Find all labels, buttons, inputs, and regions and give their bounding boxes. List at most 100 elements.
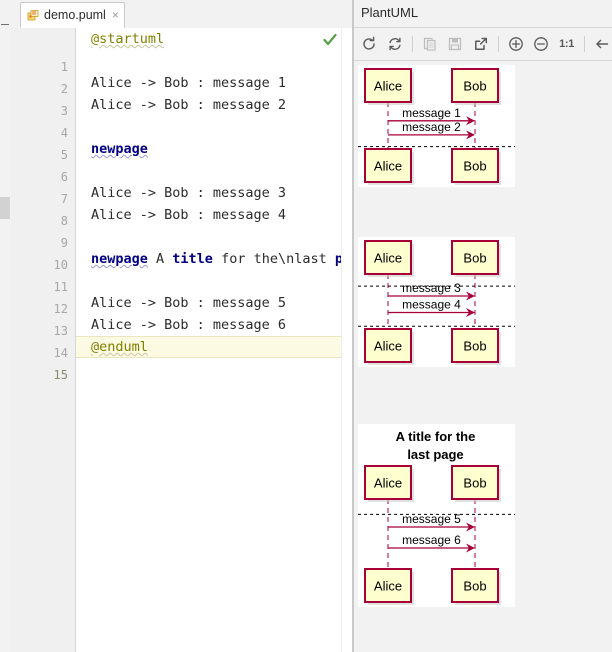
plantuml-diagram-scroll[interactable]: message 1 message 2 Alice Bob Alice Bob messag… <box>354 61 612 652</box>
message-label: message 4 <box>402 298 461 312</box>
participant-label: Alice <box>374 251 402 266</box>
participant-box: Alice <box>364 328 414 365</box>
toolbar-separator <box>497 36 499 52</box>
line-number: 15 <box>53 368 68 382</box>
sequence-diagram-page[interactable]: message 3 message 4 Alice Bob Alice Bob <box>358 237 515 367</box>
message-label: message 6 <box>402 533 461 547</box>
plantuml-file-icon <box>27 9 40 22</box>
sequence-diagram-svg: message 3 message 4 Alice Bob Alice Bob <box>358 240 515 365</box>
panel-title: PlantUML <box>361 5 419 20</box>
green-check-icon[interactable] <box>323 33 337 47</box>
participant-box: Alice <box>364 68 414 105</box>
sequence-diagram-svg: message 1message 2 Alice Bob Alice Bob <box>358 68 515 185</box>
participant-label: Bob <box>463 79 486 94</box>
tabbar-empty-area <box>130 2 352 29</box>
code-line[interactable]: Alice -> Bob : message 3 <box>76 182 342 204</box>
sequence-diagram-page[interactable]: A title for the last page message 5 message… <box>358 424 515 607</box>
code-line[interactable]: Alice -> Bob : message 5 <box>76 292 342 314</box>
editor-scrollbar[interactable] <box>341 28 352 652</box>
line-number: 4 <box>60 126 68 140</box>
participant-label: Alice <box>374 79 402 94</box>
line-number: 3 <box>60 104 68 118</box>
save-icon[interactable] <box>445 32 465 56</box>
editor-pane: demo.puml × 1 2 3 4 5 6 7 8 9 10 11 12 13 14 15 @start… <box>11 0 352 652</box>
line-number: 12 <box>53 302 68 316</box>
code-line[interactable] <box>76 270 342 292</box>
tool-window-handle[interactable] <box>0 197 10 219</box>
refresh-icon[interactable] <box>359 32 379 56</box>
close-icon[interactable]: × <box>112 9 119 21</box>
code-line[interactable]: Alice -> Bob : message 6 <box>76 314 342 336</box>
participant-box: Bob <box>451 240 501 277</box>
participant-box: Bob <box>451 68 501 105</box>
participant-label: Bob <box>463 579 486 594</box>
editor-gutter[interactable]: 1 2 3 4 5 6 7 8 9 10 11 12 13 14 15 <box>11 28 76 652</box>
zoom-actual-text: 1:1 <box>559 38 575 50</box>
participant-box: Alice <box>364 568 414 605</box>
diagram-title-line2: last page <box>407 447 463 462</box>
line-number: 2 <box>60 82 68 96</box>
participant-label: Alice <box>374 476 402 491</box>
participant-box: Alice <box>364 240 414 277</box>
zoom-actual-label[interactable]: 1:1 <box>556 32 576 56</box>
participant-box: Bob <box>451 568 501 605</box>
collapse-minus-icon[interactable] <box>1 20 10 29</box>
message-label: message 1 <box>402 106 461 120</box>
message-label: message 3 <box>402 281 461 295</box>
editor-code-area[interactable]: @startuml Alice -> Bob : message 1 Alice -… <box>76 28 342 652</box>
line-number: 8 <box>60 214 68 228</box>
participant-box: Bob <box>451 148 501 185</box>
back-arrow-icon[interactable] <box>592 32 612 56</box>
code-line[interactable]: Alice -> Bob : message 1 <box>76 72 342 94</box>
code-line[interactable] <box>76 50 342 72</box>
participant-label: Bob <box>463 159 486 174</box>
participant-label: Bob <box>463 339 486 354</box>
ide-window: demo.puml × 1 2 3 4 5 6 7 8 9 10 11 12 13 14 15 @start… <box>0 0 612 652</box>
message-label: message 5 <box>402 512 461 526</box>
participant-label: Alice <box>374 159 402 174</box>
copy-icon[interactable] <box>420 32 440 56</box>
participant-box: Bob <box>451 465 501 502</box>
editor-tab-label: demo.puml <box>44 8 106 22</box>
participant-label: Bob <box>463 251 486 266</box>
editor-tabbar: demo.puml × <box>11 0 352 29</box>
code-line[interactable]: @startuml <box>76 28 342 50</box>
participant-label: Alice <box>374 339 402 354</box>
sequence-diagram-page[interactable]: message 1 message 2 Alice Bob Alice Bob <box>358 65 515 187</box>
plantuml-panel-header: PlantUML <box>354 0 612 28</box>
code-line[interactable] <box>76 226 342 248</box>
open-external-icon[interactable] <box>470 32 490 56</box>
participant-label: Bob <box>463 476 486 491</box>
participant-box: Alice <box>364 465 414 502</box>
code-line[interactable]: @enduml <box>76 336 342 358</box>
editor-tab-demo-puml[interactable]: demo.puml × <box>20 2 125 28</box>
line-number: 14 <box>53 346 68 360</box>
line-number: 13 <box>53 324 68 338</box>
zoom-out-icon[interactable] <box>531 32 551 56</box>
line-number: 10 <box>53 258 68 272</box>
message-label: message 2 <box>402 120 461 134</box>
zoom-in-icon[interactable] <box>506 32 526 56</box>
line-number: 1 <box>60 60 68 74</box>
toolbar-separator <box>411 36 413 52</box>
code-line[interactable]: Alice -> Bob : message 4 <box>76 204 342 226</box>
code-line[interactable] <box>76 160 342 182</box>
line-number: 5 <box>60 148 68 162</box>
code-line[interactable]: newpage <box>76 138 342 160</box>
diagram-title-line1: A title for the <box>396 429 476 444</box>
toolbar-separator <box>583 36 585 52</box>
line-number: 7 <box>60 192 68 206</box>
reload-icon[interactable] <box>384 32 404 56</box>
participant-label: Alice <box>374 579 402 594</box>
code-line[interactable]: Alice -> Bob : message 2 <box>76 94 342 116</box>
participant-box: Alice <box>364 148 414 185</box>
participant-box: Bob <box>451 328 501 365</box>
line-number: 11 <box>53 280 68 294</box>
plantuml-toolbar: 1:1 <box>354 28 612 61</box>
code-line[interactable] <box>76 116 342 138</box>
line-number: 9 <box>60 236 68 250</box>
sequence-diagram-svg: A title for the last page message 5 message… <box>358 429 515 605</box>
line-number: 6 <box>60 170 68 184</box>
code-line[interactable]: newpage A title for the\nlast page <box>76 248 342 270</box>
plantuml-preview-panel: PlantUML 1:1 message 1 message 2 Alice B… <box>354 0 612 652</box>
